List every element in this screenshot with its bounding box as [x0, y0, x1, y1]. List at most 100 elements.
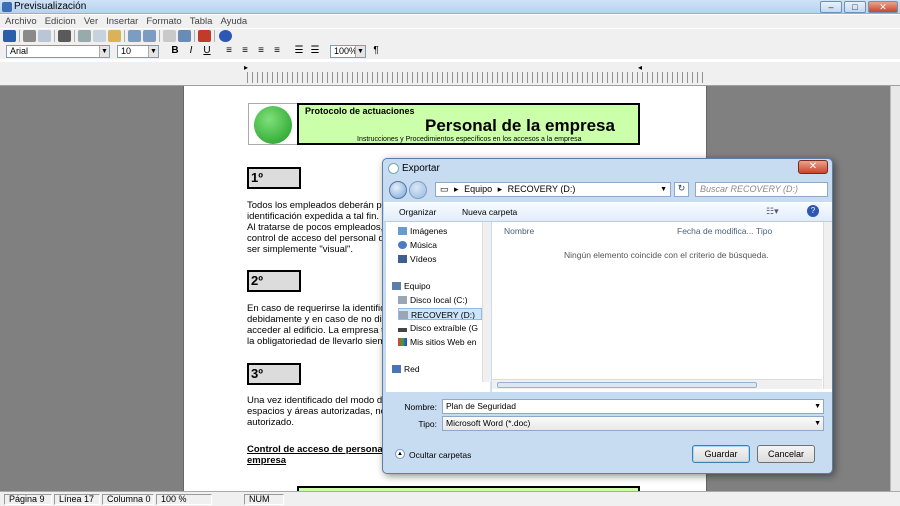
nav-item-musica[interactable]: Música	[398, 239, 482, 251]
vertical-scrollbar[interactable]	[890, 86, 900, 491]
zoom-select[interactable]: 100% ▼	[330, 45, 366, 58]
column-fecha[interactable]: Fecha de modifica...	[677, 226, 754, 236]
step-1: 1º	[247, 167, 301, 189]
paragraph-marks-button[interactable]: ¶	[369, 45, 383, 57]
align-center-icon[interactable]: ≡	[238, 45, 252, 57]
view-options-icon[interactable]: ☷▾	[766, 206, 779, 217]
nav-label: Música	[410, 240, 437, 250]
paste-icon[interactable]	[108, 30, 121, 42]
menu-edicion[interactable]: Edicion	[40, 15, 79, 28]
scroll-thumb[interactable]	[497, 382, 757, 388]
breadcrumb-separator: ▸	[454, 184, 459, 194]
underline-button[interactable]: U	[200, 45, 214, 57]
right-margin-marker[interactable]: ◂	[638, 63, 642, 72]
save-icon[interactable]	[3, 30, 16, 42]
chevron-down-icon: ▼	[99, 46, 109, 57]
toolbar-separator	[194, 30, 195, 42]
justify-icon[interactable]: ≡	[270, 45, 284, 57]
bold-button[interactable]: B	[168, 45, 182, 57]
align-left-icon[interactable]: ≡	[222, 45, 236, 57]
header-subtitle: Instrucciones y Procedimientos específic…	[357, 136, 582, 143]
back-button[interactable]	[389, 181, 407, 199]
nav-item-red[interactable]: Red	[392, 363, 476, 375]
cut-icon[interactable]	[78, 30, 91, 42]
font-select[interactable]: Arial ▼	[6, 45, 110, 58]
file-vertical-scrollbar[interactable]	[823, 222, 832, 389]
nav-item-sitios-web[interactable]: Mis sitios Web en	[398, 336, 482, 348]
refresh-button[interactable]: ↻	[674, 182, 689, 197]
new-folder-button[interactable]: Nueva carpeta	[462, 207, 517, 217]
chevron-down-icon: ▼	[355, 46, 365, 57]
organize-button[interactable]: Organizar	[399, 207, 436, 217]
minimize-button[interactable]: –	[820, 1, 842, 13]
menu-ver[interactable]: Ver	[79, 15, 101, 28]
filename-field[interactable]: Plan de Seguridad ▼	[442, 399, 824, 414]
breadcrumb-recovery[interactable]: RECOVERY (D:)	[508, 184, 576, 194]
pdf-icon[interactable]	[198, 30, 211, 42]
menu-archivo[interactable]: Archivo	[0, 15, 40, 28]
checkmark-icon	[254, 106, 292, 144]
navigation-pane: Imágenes Música Vídeos Equipo Disco loca…	[386, 222, 491, 392]
toolbar-separator	[54, 30, 55, 42]
cancel-button[interactable]: Cancelar	[757, 445, 815, 463]
help-icon[interactable]: ?	[807, 205, 819, 217]
breadcrumb-separator: ▸	[497, 184, 503, 194]
forward-button[interactable]	[409, 181, 427, 199]
menu-tabla[interactable]: Tabla	[185, 15, 216, 28]
step-3: 3º	[247, 363, 301, 385]
menu-formato[interactable]: Formato	[141, 15, 184, 28]
nav-item-disco-extraible[interactable]: Disco extraíble (G	[398, 322, 482, 334]
hide-folders-button[interactable]: Ocultar carpetas	[409, 450, 471, 460]
menu-bar: Archivo Edicion Ver Insertar Formato Tabla Ayu…	[0, 15, 900, 28]
bullet-list-icon[interactable]: ☰	[308, 45, 322, 57]
chevron-down-icon[interactable]: ▼	[660, 183, 667, 196]
maximize-button[interactable]: □	[844, 1, 866, 13]
ruler: ▸ ◂	[0, 62, 900, 86]
file-list: Nombre Fecha de modifica... Tipo Ningún …	[492, 222, 832, 392]
copy-icon[interactable]	[93, 30, 106, 42]
nav-item-imagenes[interactable]: Imágenes	[398, 225, 482, 237]
file-horizontal-scrollbar[interactable]	[492, 379, 822, 389]
print-preview-icon[interactable]	[38, 30, 51, 42]
help-icon[interactable]	[219, 30, 232, 42]
find-icon[interactable]	[58, 30, 71, 42]
export-dialog: Exportar ✕ ▭ ▸ Equipo ▸ RECOVERY (D:) ▼ …	[382, 158, 833, 474]
indent-marker[interactable]: ▸	[244, 63, 248, 72]
nav-item-recovery[interactable]: RECOVERY (D:)	[398, 308, 482, 320]
save-button[interactable]: Guardar	[692, 445, 750, 463]
dialog-title: Exportar	[402, 163, 440, 174]
format-toolbar: Arial ▼ 10 ▼ B I U ≡ ≡ ≡ ≡ ☰ ☰ 100% ▼ ¶	[0, 43, 900, 59]
column-nombre[interactable]: Nombre	[504, 226, 534, 236]
numbered-list-icon[interactable]: ☰	[292, 45, 306, 57]
type-select[interactable]: Microsoft Word (*.doc) ▼	[442, 416, 824, 431]
column-tipo[interactable]: Tipo	[756, 226, 772, 236]
search-input[interactable]: Buscar RECOVERY (D:)	[695, 182, 828, 197]
align-right-icon[interactable]: ≡	[254, 45, 268, 57]
print-icon[interactable]	[23, 30, 36, 42]
ruler-scale	[247, 72, 707, 83]
video-icon	[398, 255, 407, 263]
menu-insertar[interactable]: Insertar	[101, 15, 141, 28]
toolbar-separator	[124, 30, 125, 42]
nav-item-disco-local[interactable]: Disco local (C:)	[398, 294, 482, 306]
nav-item-equipo[interactable]: Equipo	[392, 280, 476, 292]
redo-icon[interactable]	[143, 30, 156, 42]
dialog-close-button[interactable]: ✕	[798, 160, 828, 174]
breadcrumb-equipo[interactable]: Equipo	[464, 184, 492, 194]
image-icon[interactable]	[178, 30, 191, 42]
chevron-up-icon[interactable]: ▲	[395, 449, 405, 459]
nav-label: Vídeos	[410, 254, 437, 264]
address-bar[interactable]: ▭ ▸ Equipo ▸ RECOVERY (D:) ▼	[435, 182, 671, 197]
table-icon[interactable]	[163, 30, 176, 42]
toolbar-separator	[159, 30, 160, 42]
close-button[interactable]: ✕	[868, 1, 898, 13]
nav-scrollbar[interactable]	[482, 222, 491, 382]
italic-button[interactable]: I	[184, 45, 198, 57]
status-line: Línea 17	[54, 494, 100, 505]
font-size-select[interactable]: 10 ▼	[117, 45, 159, 58]
zoom-value: 100%	[334, 46, 358, 56]
undo-icon[interactable]	[128, 30, 141, 42]
nav-item-videos[interactable]: Vídeos	[398, 253, 482, 265]
menu-ayuda[interactable]: Ayuda	[215, 15, 250, 28]
toolbar-separator	[214, 30, 215, 42]
